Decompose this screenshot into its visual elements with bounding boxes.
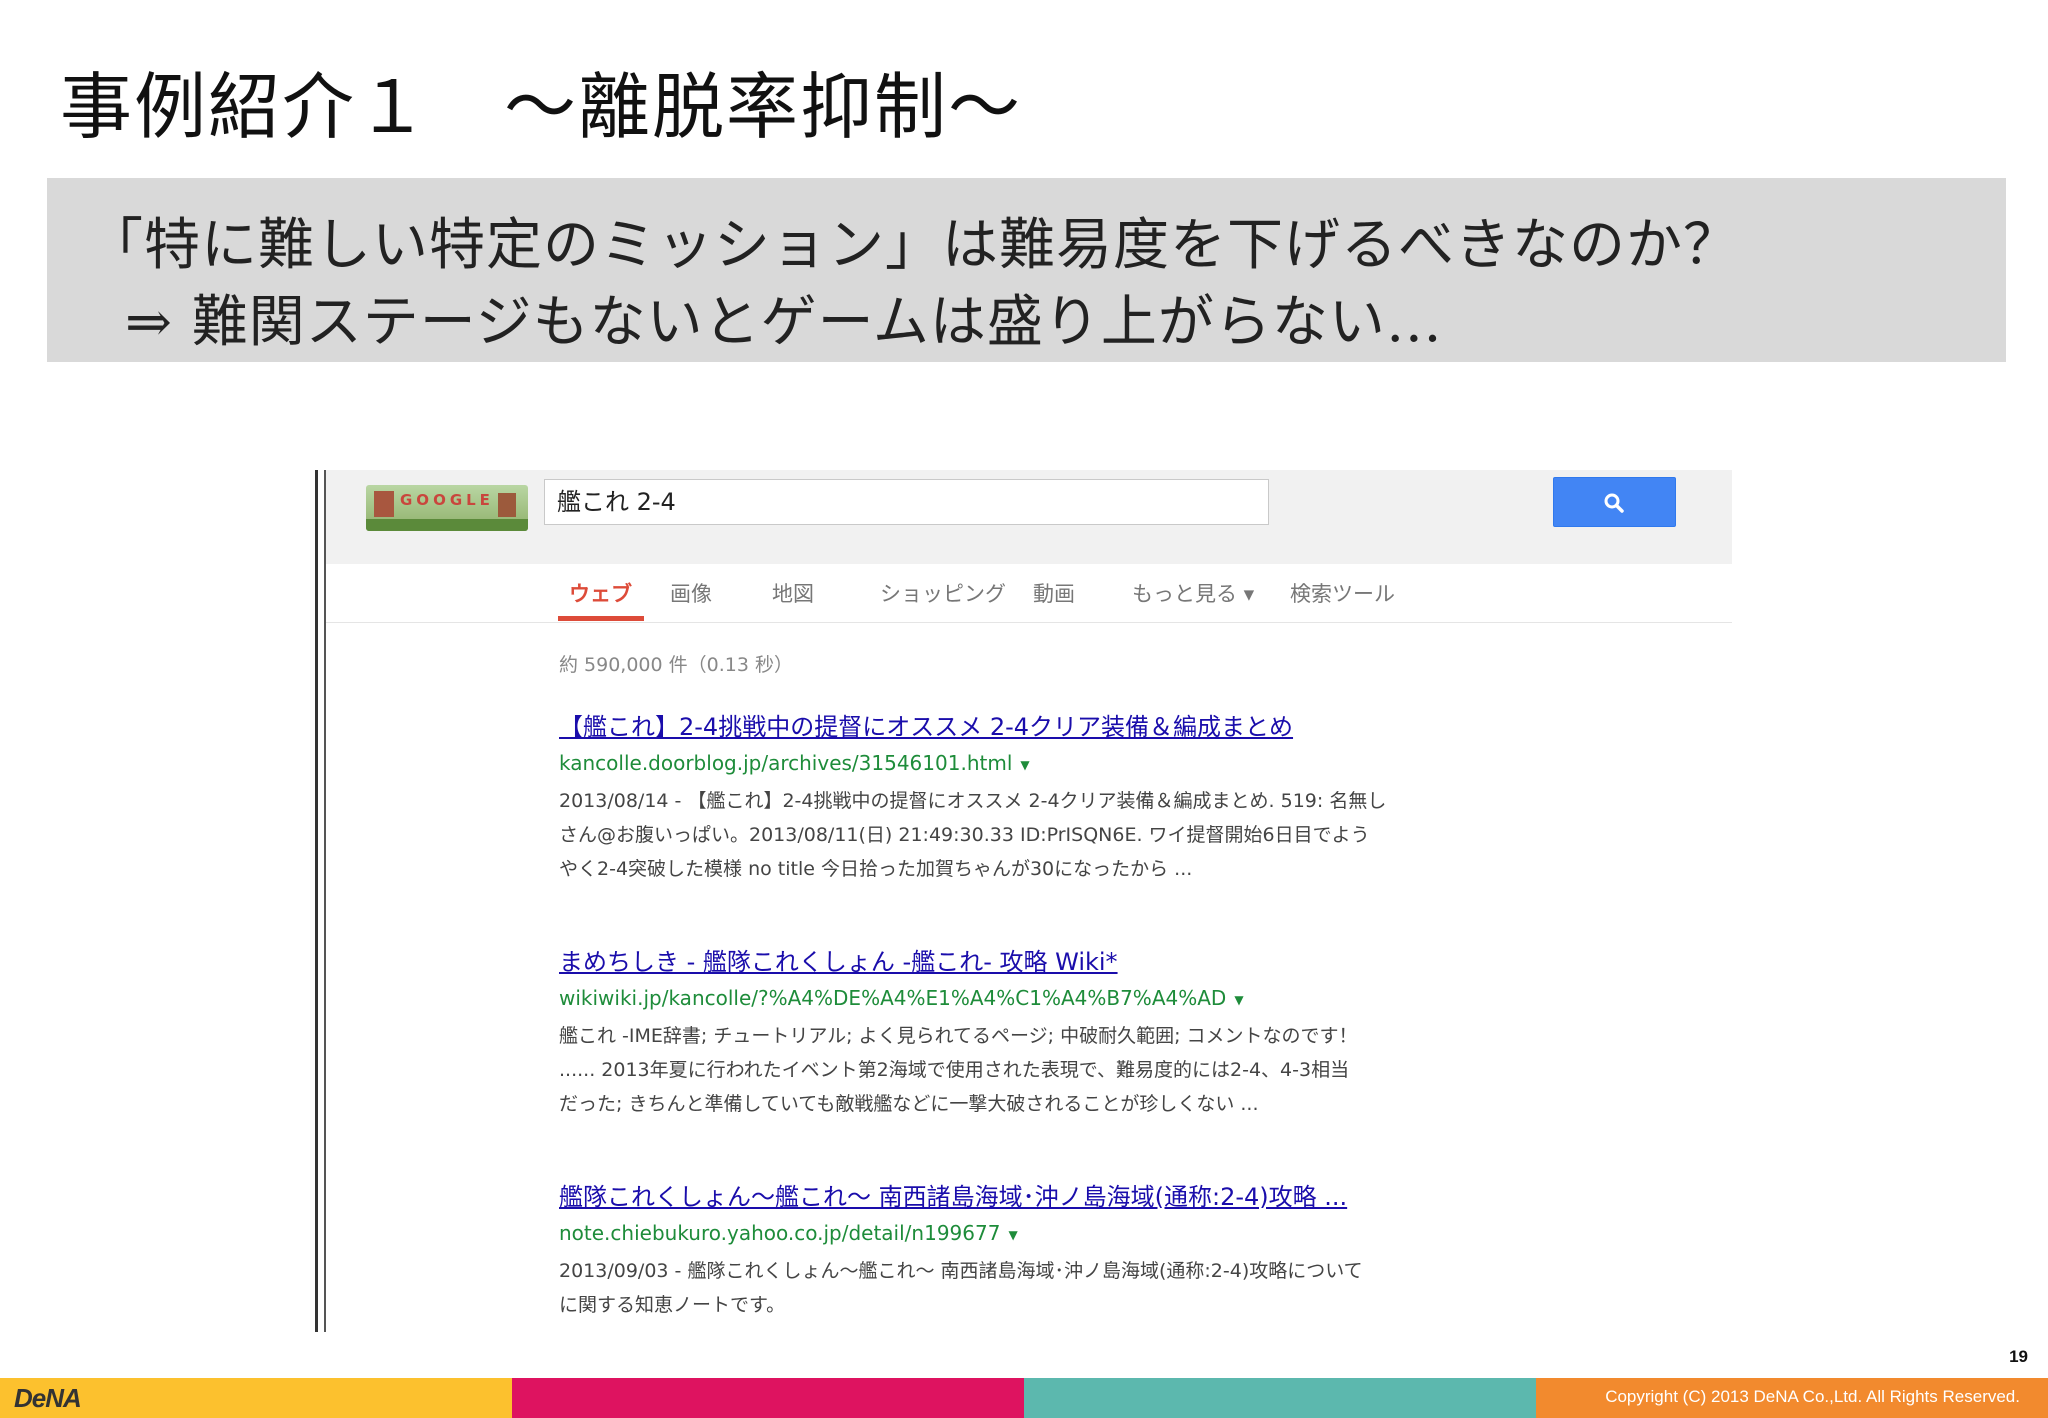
google-doodle-logo[interactable]: GOOGLE <box>366 485 528 531</box>
result-snippet: 2013/09/03 - 艦隊これくしょん～艦これ～ 南西諸島海域･沖ノ島海域(… <box>559 1254 1459 1322</box>
doodle-ground <box>366 519 528 531</box>
search-button[interactable] <box>1553 477 1676 527</box>
search-result: 【艦これ】2-4挑戦中の提督にオススメ 2-4クリア装備＆編成まとめ kanco… <box>559 710 1459 886</box>
search-result: 艦隊これくしょん～艦これ～ 南西諸島海域･沖ノ島海域(通称:2-4)攻略 ...… <box>559 1180 1459 1322</box>
dropdown-arrow-icon[interactable]: ▼ <box>1008 1220 1017 1250</box>
footer-bar: DeNA Copyright (C) 2013 DeNA Co.,Ltd. Al… <box>0 1378 2048 1418</box>
doodle-house-icon <box>498 493 516 517</box>
dena-logo: DeNA <box>14 1383 82 1413</box>
result-title-link[interactable]: 艦隊これくしょん～艦これ～ 南西諸島海域･沖ノ島海域(通称:2-4)攻略 ... <box>559 1180 1459 1214</box>
page-number: 19 <box>2009 1347 2028 1366</box>
tab-more[interactable]: もっと見る ▾ <box>1132 578 1254 608</box>
snippet-line: やく2-4突破した模様 no title 今日拾った加賀ちゃんが30になったから… <box>559 857 1193 880</box>
snippet-line: に関する知恵ノートです。 <box>559 1293 786 1316</box>
tab-images[interactable]: 画像 <box>670 578 712 608</box>
screenshot-border <box>315 470 318 1332</box>
dropdown-arrow-icon[interactable]: ▼ <box>1234 985 1243 1015</box>
doodle-house-icon <box>374 491 394 517</box>
result-url-text: note.chiebukuro.yahoo.co.jp/detail/n1996… <box>559 1221 1001 1245</box>
result-url: wikiwiki.jp/kancolle/?%A4%DE%A4%E1%A4%C1… <box>559 983 1459 1015</box>
result-title-link[interactable]: 【艦これ】2-4挑戦中の提督にオススメ 2-4クリア装備＆編成まとめ <box>559 710 1459 744</box>
result-title-link[interactable]: まめちしき - 艦隊これくしょん -艦これ- 攻略 Wiki* <box>559 945 1459 979</box>
result-url-text: kancolle.doorblog.jp/archives/31546101.h… <box>559 751 1013 775</box>
tab-maps[interactable]: 地図 <box>772 578 814 608</box>
result-url-text: wikiwiki.jp/kancolle/?%A4%DE%A4%E1%A4%C1… <box>559 986 1227 1010</box>
dropdown-arrow-icon[interactable]: ▼ <box>1020 750 1029 780</box>
search-input[interactable]: 艦これ 2-4 <box>544 479 1269 525</box>
snippet-line: 2013/09/03 - 艦隊これくしょん～艦これ～ 南西諸島海域･沖ノ島海域(… <box>559 1259 1363 1282</box>
result-stats: 約 590,000 件（0.13 秒） <box>559 654 793 676</box>
tab-web[interactable]: ウェブ <box>569 578 632 608</box>
tab-shopping[interactable]: ショッピング <box>880 578 1006 608</box>
copyright-text: Copyright (C) 2013 DeNA Co.,Ltd. All Rig… <box>1605 1387 2020 1406</box>
result-url: note.chiebukuro.yahoo.co.jp/detail/n1996… <box>559 1218 1459 1250</box>
question-text: 「特に難しい特定のミッション」は難易度を下げるべきなのか？ <box>87 213 1740 278</box>
question-box: 「特に難しい特定のミッション」は難易度を下げるべきなのか？ ⇒ 難関ステージもな… <box>47 178 2006 362</box>
result-snippet: 2013/08/14 - 【艦これ】2-4挑戦中の提督にオススメ 2-4クリア装… <box>559 784 1459 886</box>
footer-band-pink <box>512 1378 1024 1418</box>
logo-text: GOOGLE <box>400 491 494 509</box>
snippet-line: 2013/08/14 - 【艦これ】2-4挑戦中の提督にオススメ 2-4クリア装… <box>559 789 1387 812</box>
result-snippet: 艦これ -IME辞書; チュートリアル; よく見られてるページ; 中破耐久範囲;… <box>559 1019 1459 1121</box>
search-icon <box>1604 493 1624 513</box>
search-result: まめちしき - 艦隊これくしょん -艦これ- 攻略 Wiki* wikiwiki… <box>559 945 1459 1121</box>
search-tabs: ウェブ 画像 地図 ショッピング 動画 もっと見る ▾ 検索ツール <box>326 564 1732 623</box>
tab-videos[interactable]: 動画 <box>1033 578 1075 608</box>
footer-band-teal <box>1024 1378 1536 1418</box>
tab-search-tools[interactable]: 検索ツール <box>1290 578 1395 608</box>
snippet-line: だった; きちんと準備していても敵戦艦などに一撃大破されることが珍しくない ..… <box>559 1092 1259 1115</box>
search-results-screenshot: GOOGLE 艦これ 2-4 ウェブ 画像 地図 ショッピング 動画 もっと見る… <box>315 470 1732 1332</box>
result-url: kancolle.doorblog.jp/archives/31546101.h… <box>559 748 1459 780</box>
search-header: GOOGLE 艦これ 2-4 <box>326 470 1732 564</box>
answer-text: ⇒ 難関ステージもないとゲームは盛り上がらない… <box>125 290 1443 355</box>
active-tab-indicator <box>558 616 644 621</box>
slide-title: 事例紹介１ ～離脱率抑制～ <box>60 65 1023 149</box>
snippet-line: ...... 2013年夏に行われたイベント第2海域で使用された表現で、難易度的… <box>559 1058 1350 1081</box>
snippet-line: さん@お腹いっぱい。2013/08/11(日) 21:49:30.33 ID:P… <box>559 823 1370 846</box>
snippet-line: 艦これ -IME辞書; チュートリアル; よく見られてるページ; 中破耐久範囲;… <box>559 1024 1358 1047</box>
